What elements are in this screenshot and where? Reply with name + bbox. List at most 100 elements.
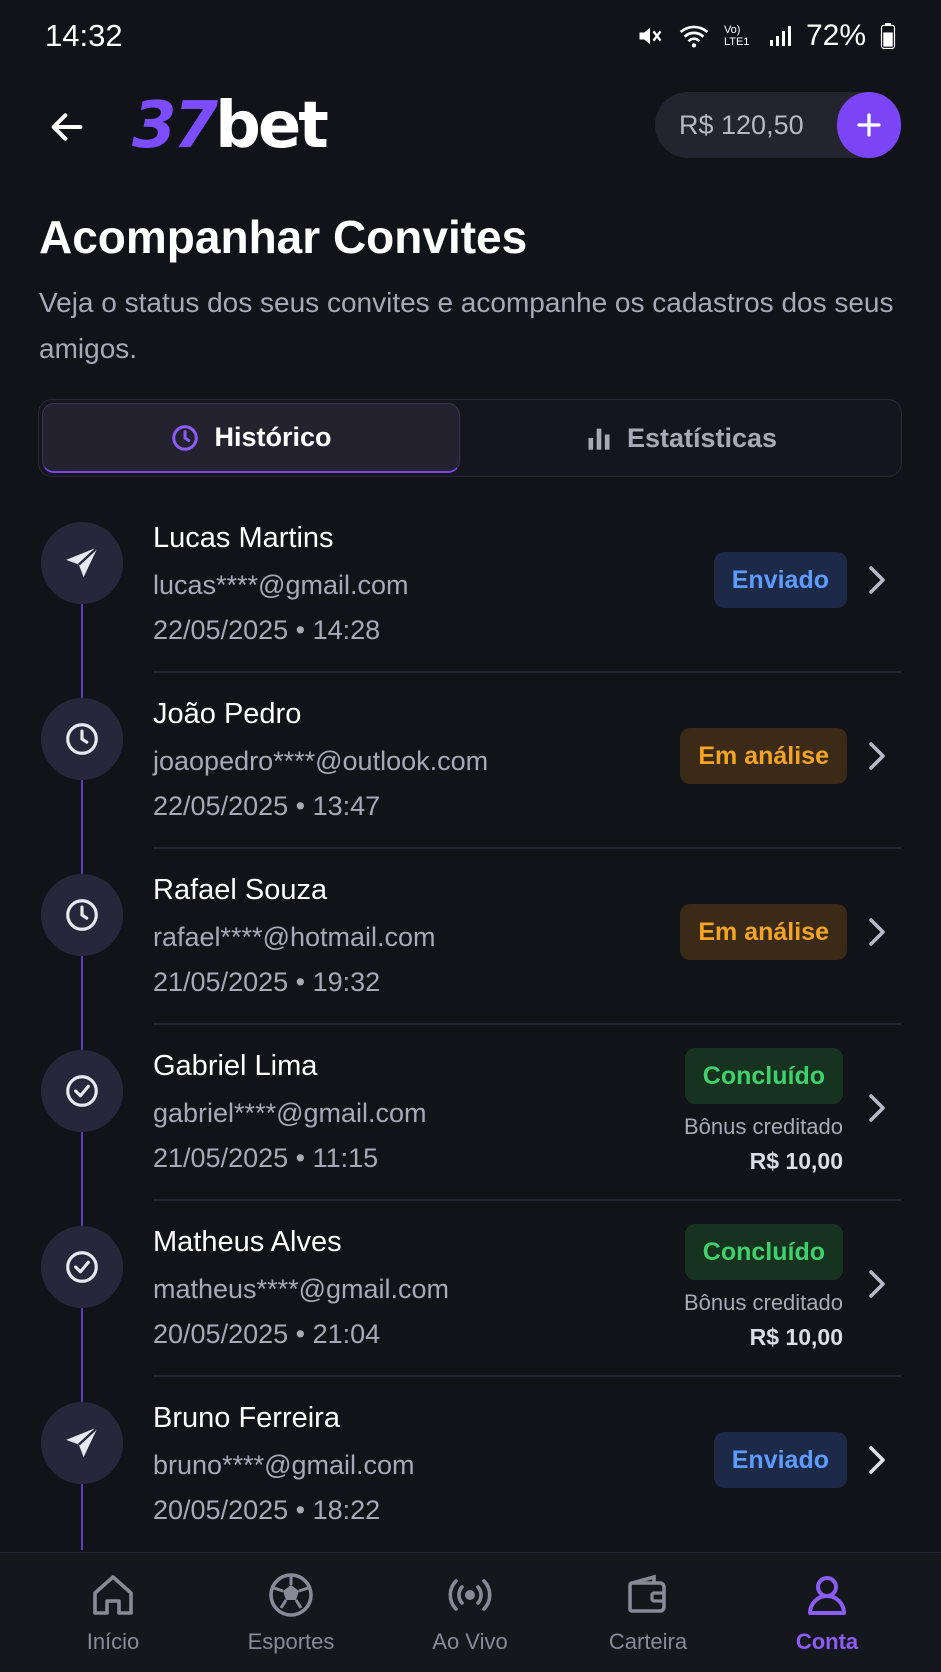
invite-name: João Pedro	[153, 698, 302, 730]
nav-label: Carteira	[608, 1629, 688, 1654]
invite-item[interactable]: Rafael Souza rafael****@hotmail.com 21/0…	[0, 860, 941, 1036]
clock-icon	[66, 899, 98, 931]
bonus-amount: R$ 10,00	[749, 1148, 843, 1174]
status-bar: 14:32 Vo) LTE1 72%	[0, 0, 941, 72]
mute-icon	[636, 22, 664, 50]
status-badge: Em análise	[680, 904, 847, 960]
divider	[153, 671, 901, 673]
nav-conta[interactable]: Conta	[747, 1571, 907, 1661]
nav-esportes[interactable]: Esportes	[211, 1571, 371, 1661]
status-circle	[41, 1226, 123, 1308]
back-button[interactable]	[40, 100, 94, 154]
tab-estatisticas[interactable]: Estatísticas	[463, 403, 899, 473]
nav-inicio[interactable]: Início	[33, 1571, 193, 1661]
battery-percent: 72%	[805, 19, 866, 52]
invite-item[interactable]: Bruno Ferreira bruno****@gmail.com 20/05…	[0, 1388, 941, 1564]
chevron-right-icon[interactable]	[857, 736, 897, 776]
check-circle-icon	[66, 1075, 98, 1107]
invite-name: Matheus Alves	[153, 1226, 342, 1258]
page-title: Acompanhar Convites	[39, 211, 528, 263]
divider	[153, 1199, 901, 1201]
wifi-icon	[678, 22, 710, 50]
brand-logo: 37bet	[132, 89, 329, 163]
invite-date: 21/05/2025 • 19:32	[153, 967, 381, 997]
status-circle	[41, 522, 123, 604]
status-badge: Em análise	[680, 728, 847, 784]
send-icon	[66, 546, 99, 578]
status-time: 14:32	[45, 18, 123, 53]
plus-icon	[857, 113, 881, 137]
divider	[153, 1023, 901, 1025]
invite-email: gabriel****@gmail.com	[153, 1098, 427, 1128]
chevron-right-icon[interactable]	[857, 912, 897, 952]
invite-name: Gabriel Lima	[153, 1050, 318, 1082]
tab-bar: Histórico Estatísticas	[38, 399, 902, 477]
invite-date: 22/05/2025 • 13:47	[153, 791, 381, 821]
invite-item[interactable]: Lucas Martins lucas****@gmail.com 22/05/…	[0, 508, 941, 684]
invite-item[interactable]: Matheus Alves matheus****@gmail.com 20/0…	[0, 1212, 941, 1388]
chevron-right-icon[interactable]	[857, 1264, 897, 1304]
divider	[153, 847, 901, 849]
clock-icon	[66, 723, 98, 755]
nav-label: Esportes	[247, 1629, 335, 1654]
chevron-right-icon[interactable]	[857, 1440, 897, 1480]
chevron-right-icon[interactable]	[857, 560, 897, 600]
invite-date: 20/05/2025 • 18:22	[153, 1495, 381, 1525]
bar-chart-icon	[588, 428, 610, 450]
bonus-amount: R$ 10,00	[749, 1324, 843, 1350]
invite-date: 20/05/2025 • 21:04	[153, 1319, 381, 1349]
nav-carteira[interactable]: Carteira	[568, 1571, 728, 1661]
balance-amount: R$ 120,50	[679, 109, 804, 140]
invite-name: Bruno Ferreira	[153, 1402, 340, 1434]
status-badge: Enviado	[713, 1432, 847, 1488]
status-badge: Enviado	[713, 552, 847, 608]
invite-email: matheus****@gmail.com	[153, 1274, 450, 1304]
page-subtitle: Veja o status dos seus convites e acompa…	[39, 287, 894, 364]
logo-word: bet	[215, 89, 329, 163]
app-header: 37bet R$ 120,50	[0, 88, 941, 164]
signal-icon	[768, 23, 792, 49]
status-badge: Concluído	[684, 1224, 843, 1280]
invite-item[interactable]: João Pedro joaopedro****@outlook.com 22/…	[0, 684, 941, 860]
bonus-label: Bônus creditado	[684, 1114, 843, 1139]
send-icon	[66, 1426, 99, 1458]
chevron-right-icon[interactable]	[857, 1088, 897, 1128]
status-badge: Concluído	[684, 1048, 843, 1104]
invite-email: bruno****@gmail.com	[153, 1450, 415, 1480]
invite-date: 21/05/2025 • 11:15	[153, 1143, 379, 1173]
nav-label: Conta	[795, 1629, 859, 1654]
nav-ao-vivo[interactable]: Ao Vivo	[390, 1571, 550, 1661]
invite-email: lucas****@gmail.com	[153, 570, 409, 600]
network-label: Vo) LTE1	[723, 24, 750, 48]
invite-email: rafael****@hotmail.com	[153, 922, 436, 952]
soccer-ball-icon	[269, 1573, 313, 1617]
divider	[153, 1375, 901, 1377]
invite-email: joaopedro****@outlook.com	[153, 746, 489, 776]
bonus-label: Bônus creditado	[684, 1290, 843, 1315]
clock-icon	[172, 424, 199, 451]
status-circle	[41, 1050, 123, 1132]
status-circle	[41, 1402, 123, 1484]
battery-icon	[880, 23, 896, 49]
balance-pill[interactable]: R$ 120,50	[655, 92, 901, 158]
bottom-navigation: Início Esportes Ao Vivo Carteira Conta	[0, 1552, 941, 1672]
tab-label: Histórico	[214, 422, 332, 452]
status-circle	[41, 874, 123, 956]
status-icons: Vo) LTE1 72%	[636, 18, 896, 54]
check-circle-icon	[66, 1251, 98, 1283]
nav-label: Início	[86, 1629, 140, 1654]
add-funds-button[interactable]	[837, 92, 901, 158]
wallet-icon	[628, 1574, 666, 1613]
user-icon	[808, 1576, 846, 1615]
invite-date: 22/05/2025 • 14:28	[153, 615, 381, 645]
tab-label: Estatísticas	[626, 422, 778, 453]
tab-historico[interactable]: Histórico	[42, 403, 460, 473]
home-icon	[93, 1575, 133, 1615]
invite-name: Lucas Martins	[153, 522, 334, 554]
nav-label: Ao Vivo	[432, 1629, 508, 1654]
invite-name: Rafael Souza	[153, 874, 328, 906]
arrow-left-icon	[51, 113, 83, 141]
live-broadcast-icon	[448, 1579, 492, 1611]
logo-number: 37	[132, 89, 218, 163]
invite-item[interactable]: Gabriel Lima gabriel****@gmail.com 21/05…	[0, 1036, 941, 1212]
